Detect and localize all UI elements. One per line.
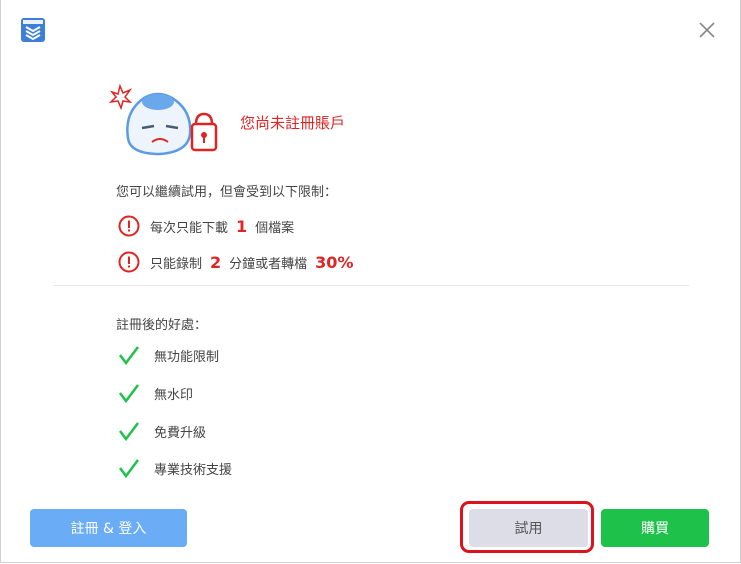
trial-intro-text: 您可以繼續試用，但會受到以下限制： [116,185,338,200]
close-icon[interactable] [697,20,717,40]
limitation-unit: 個檔案 [255,220,295,236]
checkmark-icon [119,459,139,479]
benefit-text: 免費升級 [154,425,207,441]
benefit-item: 無功能限制 [118,343,219,367]
exclamation-circle-icon [118,251,140,273]
benefit-item: 無水印 [118,381,193,405]
limitation-number: 2 [210,252,222,272]
sad-mascot-lock-icon [108,83,218,156]
benefit-text: 專業技術支援 [154,462,233,478]
checkmark-icon [119,422,139,442]
checkmark-icon [119,384,139,404]
limitation-number: 1 [236,216,248,236]
register-login-button[interactable]: 註冊 & 登入 [30,509,187,547]
limitation-text: 只能錄制 [150,256,203,272]
benefit-text: 無功能限制 [154,349,220,365]
limitation-item: 只能錄制 2 分鐘或者轉檔 30% [118,250,353,274]
benefits-title: 註冊後的好處： [116,318,208,333]
limitation-percent: 30% [315,252,354,272]
trial-button[interactable]: 試用 [469,509,588,547]
benefit-text: 無水印 [154,387,194,403]
benefit-item: 免費升級 [118,419,206,443]
checkmark-icon [119,346,139,366]
benefit-item: 專業技術支援 [118,456,232,480]
limitation-item: 每次只能下載 1 個檔案 [118,214,294,238]
unregistered-title: 您尚未註冊賬戶 [240,114,346,132]
buy-button[interactable]: 購買 [601,509,709,547]
limitation-unit: 分鐘或者轉檔 [229,256,308,272]
exclamation-circle-icon [118,215,140,237]
limitation-text: 每次只能下載 [150,220,229,236]
app-logo-icon [21,18,45,42]
divider [53,285,689,286]
